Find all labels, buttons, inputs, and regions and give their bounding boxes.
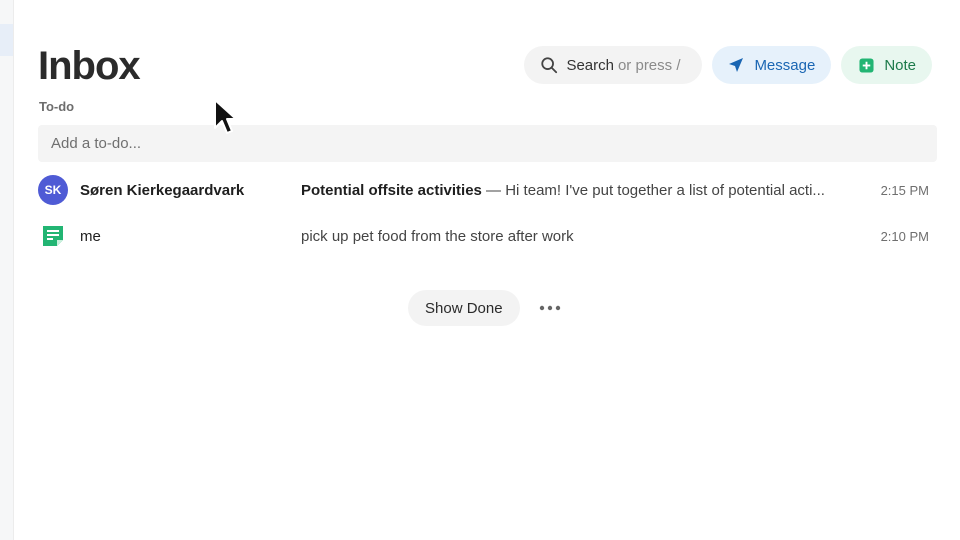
show-done-button[interactable]: Show Done [408,290,520,326]
todo-input-container [38,125,937,162]
inbox-row[interactable]: me pick up pet food from the store after… [38,216,937,256]
row-preview: pick up pet food from the store after wo… [301,227,574,245]
note-icon [43,226,63,246]
message-button-label: Message [754,56,816,74]
todo-section-label: To-do [39,99,75,114]
search-label: Search [566,56,614,74]
search-button[interactable]: Search or press / [524,46,703,84]
row-subject: Potential offsite activities [301,181,482,199]
row-time: 2:10 PM [880,228,929,244]
search-icon [541,57,558,74]
send-icon [729,58,744,72]
row-sender: me [80,227,101,245]
avatar-container: SK [38,175,68,205]
search-shortcut-hint: or press / [617,56,681,74]
note-button-label: Note [884,56,916,74]
inbox-row[interactable]: SK Søren Kierkegaardvark Potential offsi… [38,170,937,210]
row-sender: Søren Kierkegaardvark [80,181,245,199]
sidebar-active-indicator [0,24,13,56]
row-content: pick up pet food from the store after wo… [301,228,853,245]
row-time: 2:15 PM [880,182,929,198]
footer-actions: Show Done [408,290,562,326]
left-sidebar-edge [0,0,14,540]
header-actions: Search or press / Message Note [524,46,932,84]
row-content: Potential offsite activities — Hi team! … [301,182,853,199]
more-horizontal-icon[interactable] [538,296,562,320]
mouse-cursor-icon [214,99,237,134]
add-todo-input[interactable] [38,125,937,162]
avatar: SK [38,175,68,205]
avatar-container [38,221,68,251]
note-plus-icon [859,57,874,73]
note-button[interactable]: Note [841,46,932,84]
page-title: Inbox [38,44,141,88]
row-preview: — Hi team! I've put together a list of p… [481,181,825,199]
message-button[interactable]: Message [712,46,832,84]
